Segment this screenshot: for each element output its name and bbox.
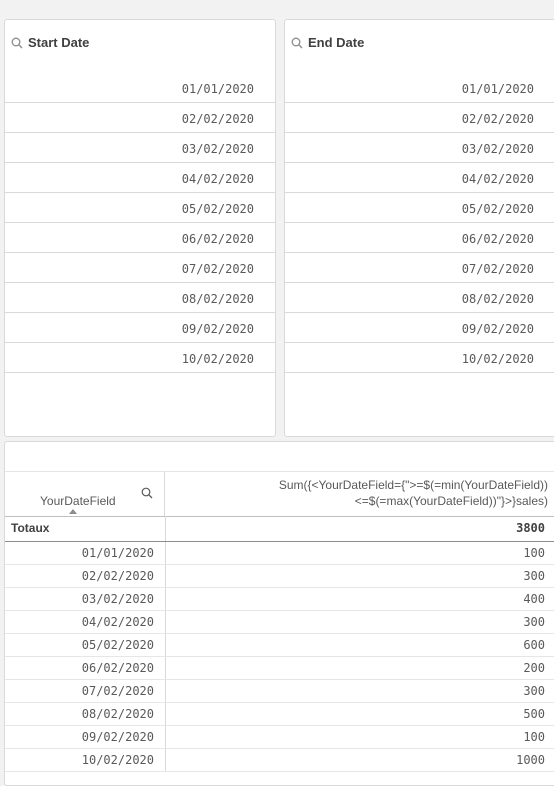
search-icon[interactable] <box>11 37 23 49</box>
start-date-list-item[interactable]: 02/02/2020 <box>5 102 275 132</box>
row-value: 300 <box>523 569 545 583</box>
totals-value: 3800 <box>516 521 545 535</box>
table-row[interactable]: 01/01/2020 100 <box>5 542 554 565</box>
row-date: 08/02/2020 <box>81 707 154 721</box>
start-date-item-label: 03/02/2020 <box>181 142 254 156</box>
row-value: 300 <box>523 684 545 698</box>
end-date-item-label: 09/02/2020 <box>461 322 534 336</box>
end-date-list-item[interactable]: 03/02/2020 <box>285 132 554 162</box>
row-value: 600 <box>523 638 545 652</box>
row-value: 200 <box>523 661 545 675</box>
row-value: 100 <box>523 730 545 744</box>
end-date-filter-header[interactable]: End Date <box>285 20 554 66</box>
end-date-item-label: 06/02/2020 <box>461 232 534 246</box>
totals-label: Totaux <box>11 521 50 535</box>
table-row[interactable]: 04/02/2020 300 <box>5 611 554 634</box>
table-row[interactable]: 02/02/2020 300 <box>5 565 554 588</box>
start-date-list-item[interactable]: 05/02/2020 <box>5 192 275 222</box>
start-date-item-label: 06/02/2020 <box>181 232 254 246</box>
end-date-item-label: 10/02/2020 <box>461 352 534 366</box>
table-row[interactable]: 03/02/2020 400 <box>5 588 554 611</box>
row-date: 05/02/2020 <box>81 638 154 652</box>
row-value: 500 <box>523 707 545 721</box>
table-row[interactable]: 10/02/2020 1000 <box>5 749 554 772</box>
search-icon[interactable] <box>141 487 153 499</box>
dimension-header-label: YourDateField <box>40 494 116 508</box>
start-date-item-label: 04/02/2020 <box>181 172 254 186</box>
end-date-list-item[interactable]: 05/02/2020 <box>285 192 554 222</box>
start-date-item-label: 02/02/2020 <box>181 112 254 126</box>
row-value: 300 <box>523 615 545 629</box>
end-date-item-label: 03/02/2020 <box>461 142 534 156</box>
end-date-list: 01/01/2020 02/02/2020 03/02/2020 04/02/2020… <box>285 82 554 373</box>
end-date-item-label: 01/01/2020 <box>461 82 534 96</box>
end-date-item-label: 05/02/2020 <box>461 202 534 216</box>
end-date-list-item[interactable]: 07/02/2020 <box>285 252 554 282</box>
end-date-list-item[interactable]: 01/01/2020 <box>285 72 554 102</box>
start-date-title: Start Date <box>28 35 90 50</box>
end-date-list-item[interactable]: 09/02/2020 <box>285 312 554 342</box>
start-date-list: 01/01/2020 02/02/2020 03/02/2020 04/02/2020… <box>5 82 275 373</box>
row-date: 01/01/2020 <box>81 546 154 560</box>
row-value: 1000 <box>516 753 545 767</box>
measure-header-line2: <=$(=max(YourDateField))"}>}sales) <box>354 494 548 508</box>
start-date-list-item[interactable]: 04/02/2020 <box>5 162 275 192</box>
start-date-list-item[interactable]: 01/01/2020 <box>5 72 275 102</box>
start-date-list-item[interactable]: 10/02/2020 <box>5 342 275 372</box>
start-date-list-item[interactable]: 07/02/2020 <box>5 252 275 282</box>
row-date: 03/02/2020 <box>81 592 154 606</box>
row-date: 10/02/2020 <box>81 753 154 767</box>
start-date-item-label: 05/02/2020 <box>181 202 254 216</box>
start-date-item-label: 08/02/2020 <box>181 292 254 306</box>
end-date-filter-pane[interactable]: End Date 01/01/2020 02/02/2020 03/02/2020 0… <box>284 19 554 437</box>
end-date-title: End Date <box>308 35 365 50</box>
end-date-item-label: 08/02/2020 <box>461 292 534 306</box>
table-row[interactable]: 07/02/2020 300 <box>5 680 554 703</box>
end-date-item-label: 02/02/2020 <box>461 112 534 126</box>
row-value: 400 <box>523 592 545 606</box>
end-date-item-label: 04/02/2020 <box>461 172 534 186</box>
row-date: 02/02/2020 <box>81 569 154 583</box>
start-date-item-label: 09/02/2020 <box>181 322 254 336</box>
table-body: 01/01/2020 100 02/02/2020 300 03/02/2020 400 0… <box>5 542 554 772</box>
table-header: YourDateField Sum({<YourDateField={">=$(… <box>5 471 554 517</box>
table-row[interactable]: 06/02/2020 200 <box>5 657 554 680</box>
end-date-list-item[interactable]: 06/02/2020 <box>285 222 554 252</box>
table-row[interactable]: 09/02/2020 100 <box>5 726 554 749</box>
end-date-list-item[interactable]: 02/02/2020 <box>285 102 554 132</box>
row-date: 04/02/2020 <box>81 615 154 629</box>
start-date-item-label: 10/02/2020 <box>181 352 254 366</box>
start-date-list-item[interactable]: 09/02/2020 <box>5 312 275 342</box>
totals-row: Totaux 3800 <box>5 516 554 542</box>
dimension-column-header[interactable]: YourDateField <box>5 472 165 516</box>
sales-table: YourDateField Sum({<YourDateField={">=$(… <box>4 441 554 786</box>
start-date-filter-header[interactable]: Start Date <box>5 20 275 66</box>
row-date: 06/02/2020 <box>81 661 154 675</box>
end-date-list-item[interactable]: 10/02/2020 <box>285 342 554 372</box>
table-row[interactable]: 05/02/2020 600 <box>5 634 554 657</box>
start-date-item-label: 01/01/2020 <box>181 82 254 96</box>
table-row[interactable]: 08/02/2020 500 <box>5 703 554 726</box>
row-date: 07/02/2020 <box>81 684 154 698</box>
start-date-item-label: 07/02/2020 <box>181 262 254 276</box>
row-value: 100 <box>523 546 545 560</box>
start-date-list-item[interactable]: 06/02/2020 <box>5 222 275 252</box>
measure-header-line1: Sum({<YourDateField={">=$(=min(YourDateF… <box>278 478 548 492</box>
end-date-item-label: 07/02/2020 <box>461 262 534 276</box>
start-date-list-item[interactable]: 08/02/2020 <box>5 282 275 312</box>
end-date-list-item[interactable]: 08/02/2020 <box>285 282 554 312</box>
search-icon[interactable] <box>291 37 303 49</box>
row-date: 09/02/2020 <box>81 730 154 744</box>
end-date-list-item[interactable]: 04/02/2020 <box>285 162 554 192</box>
measure-column-header[interactable]: Sum({<YourDateField={">=$(=min(YourDateF… <box>165 472 549 516</box>
sort-ascending-icon <box>69 509 77 514</box>
start-date-filter-pane[interactable]: Start Date 01/01/2020 02/02/2020 03/02/202… <box>4 19 276 437</box>
start-date-list-item[interactable]: 03/02/2020 <box>5 132 275 162</box>
